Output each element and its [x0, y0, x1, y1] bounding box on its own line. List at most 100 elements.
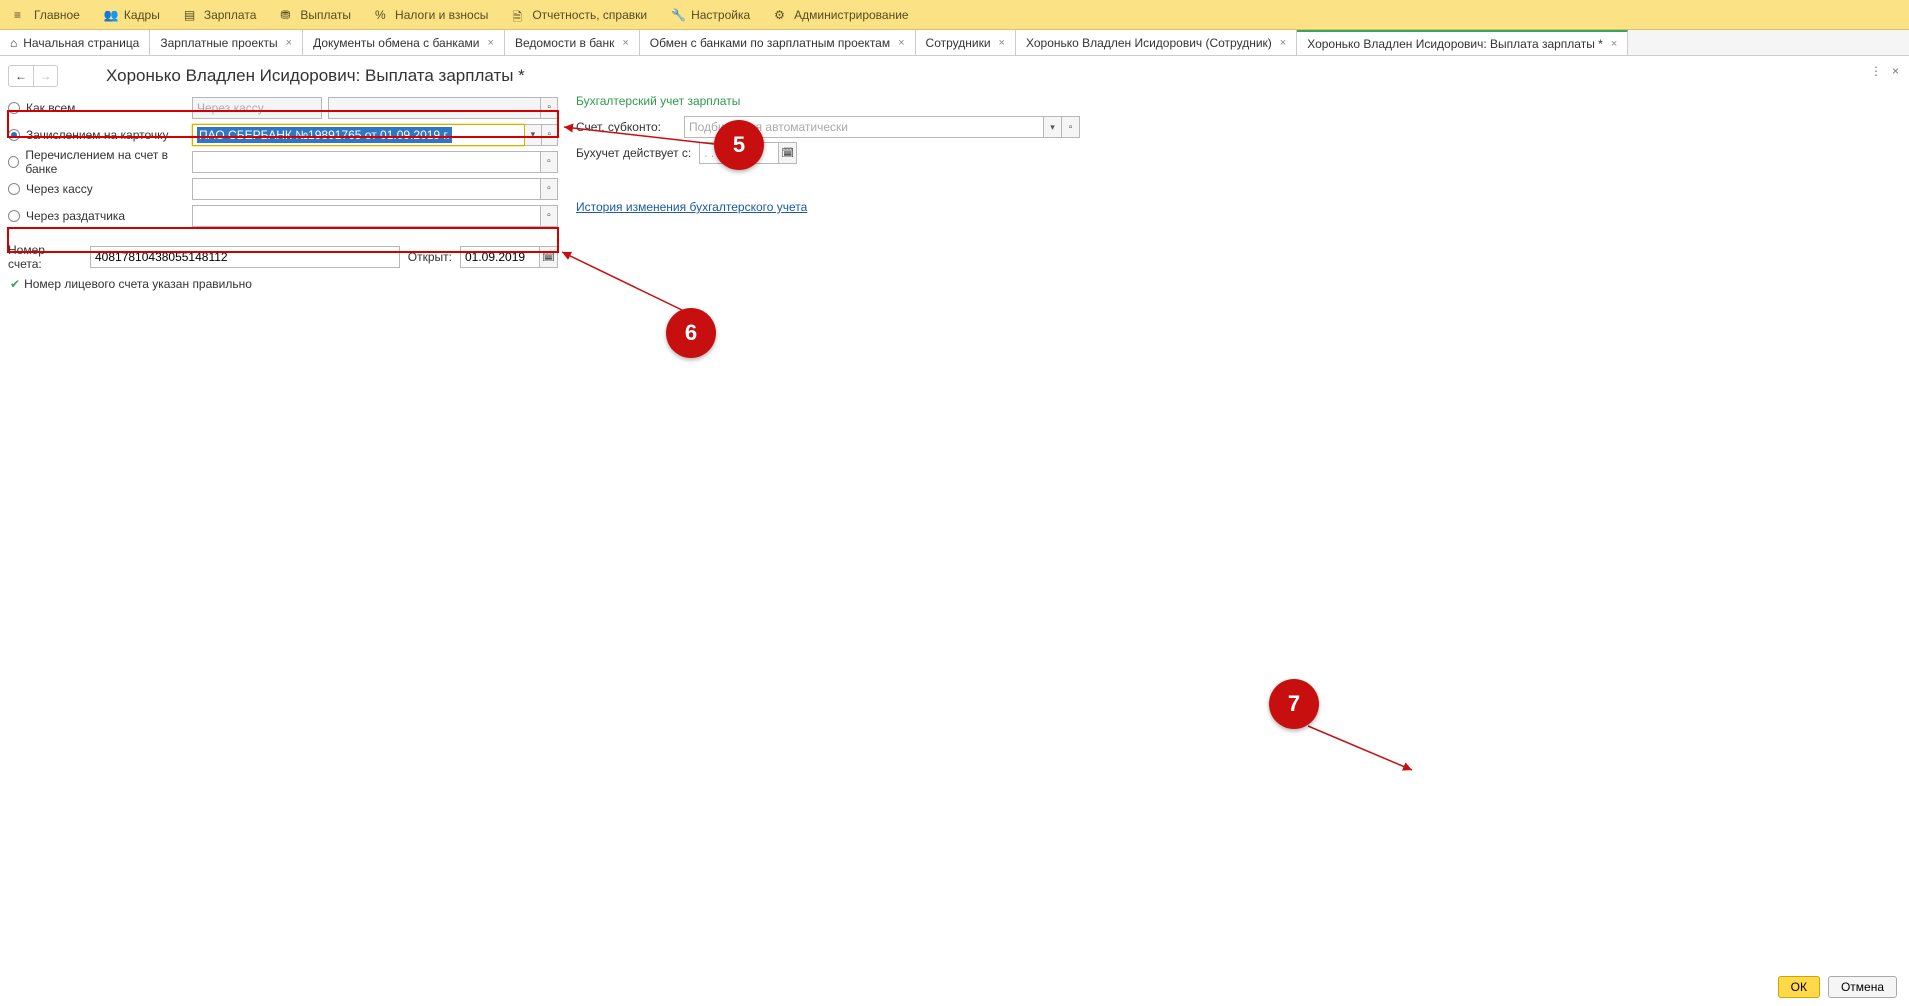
open-icon[interactable]: ▫	[541, 151, 558, 173]
tab-docs-exchange[interactable]: Документы обмена с банками ×	[303, 30, 505, 55]
opened-label: Открыт:	[408, 250, 452, 264]
nav-buttons: ← →	[8, 65, 58, 87]
home-icon: ⌂	[10, 36, 17, 50]
nav-back-button[interactable]: ←	[9, 66, 33, 86]
radio-card-label: Зачислением на карточку	[26, 128, 169, 142]
tab-payment-label: Хоронько Владлен Исидорович: Выплата зар…	[1307, 37, 1603, 51]
form-body: Как всем ▫ Зачислением на карточку ПАО С…	[0, 90, 1909, 295]
open-icon[interactable]: ▫	[541, 97, 558, 119]
account-input[interactable]	[90, 246, 400, 268]
menu-kadry[interactable]: 👥 Кадры	[94, 4, 170, 26]
menu-otchet-label: Отчетность, справки	[532, 8, 647, 22]
menu-kadry-label: Кадры	[124, 8, 160, 22]
tab-docs-exchange-label: Документы обмена с банками	[313, 36, 479, 50]
tab-employees[interactable]: Сотрудники×	[916, 30, 1016, 55]
row-cash: Через кассу ▫	[8, 175, 558, 202]
card-bank-value: ПАО СБЕРБАНК №19891765 от 01.09.2019 г.	[197, 127, 452, 143]
dropdown-icon[interactable]: ▾	[525, 124, 541, 146]
close-icon[interactable]: ×	[1611, 38, 1617, 50]
close-icon[interactable]: ×	[488, 37, 494, 49]
tab-exchange-banks[interactable]: Обмен с банками по зарплатным проектам ×	[640, 30, 916, 55]
radio-distributor-cell[interactable]: Через раздатчика	[8, 209, 192, 223]
account-row: Номер счета: Открыт: 🗓	[8, 243, 558, 271]
page-title: Хоронько Владлен Исидорович: Выплата зар…	[106, 66, 525, 86]
open-icon[interactable]: ▫	[542, 124, 558, 146]
opened-date-input[interactable]	[460, 246, 540, 268]
radio-kak-vsem-cell[interactable]: Как всем	[8, 101, 192, 115]
open-icon[interactable]: ▫	[1062, 116, 1080, 138]
menu-nastroyka[interactable]: 🔧Настройка	[661, 4, 760, 26]
menu-vyplaty[interactable]: ⛃Выплаты	[270, 4, 361, 26]
close-icon[interactable]: ×	[1280, 37, 1286, 49]
calendar-icon[interactable]: 🗓	[540, 246, 558, 268]
cash-input[interactable]	[192, 178, 541, 200]
tab-zp-projects[interactable]: Зарплатные проекты ×	[150, 30, 303, 55]
nav-forward-button[interactable]: →	[33, 66, 57, 86]
doc-icon: 🗎	[512, 8, 526, 22]
tabbar: ⌂Начальная страница Зарплатные проекты× …	[0, 30, 1909, 56]
calendar-icon[interactable]: 🗓	[779, 142, 797, 164]
kak-vsem-input-1	[192, 97, 322, 119]
tab-employee-card-label: Хоронько Владлен Исидорович (Сотрудник)	[1026, 36, 1272, 50]
tab-vedomosti[interactable]: Ведомости в банк×	[505, 30, 640, 55]
cancel-button[interactable]: Отмена	[1828, 976, 1897, 998]
radio-cash-label: Через кассу	[26, 182, 93, 196]
dropdown-icon[interactable]: ▾	[1044, 116, 1062, 138]
bank-transfer-input[interactable]	[192, 151, 541, 173]
radio-kak-vsem[interactable]	[8, 102, 20, 114]
account-label: Номер счета:	[8, 243, 82, 271]
account-ok-message: ✔ Номер лицевого счета указан правильно	[8, 277, 558, 291]
coins-icon: ⛃	[280, 8, 294, 22]
menu-main-label: Главное	[34, 8, 80, 22]
tab-employee-card[interactable]: Хоронько Владлен Исидорович (Сотрудник) ×	[1016, 30, 1297, 55]
main-menubar: ≡ Главное 👥 Кадры ▤Зарплата ⛃Выплаты % Нало…	[0, 0, 1909, 30]
menu-nalogi-label: Налоги и взносы	[395, 8, 488, 22]
close-icon[interactable]: ×	[999, 37, 1005, 49]
close-page-icon[interactable]: ×	[1892, 64, 1899, 78]
radio-distributor-label: Через раздатчика	[26, 209, 125, 223]
card-bank-input[interactable]: ПАО СБЕРБАНК №19891765 от 01.09.2019 г.	[192, 124, 525, 146]
tab-home-label: Начальная страница	[23, 36, 139, 50]
more-icon[interactable]: ⋮	[1870, 64, 1882, 78]
menu-otchet[interactable]: 🗎 Отчетность, справки	[502, 4, 657, 26]
menu-admin[interactable]: ⚙Администрирование	[764, 4, 918, 26]
annotation-circle-7: 7	[1269, 679, 1319, 729]
radio-card[interactable]	[8, 129, 20, 141]
radio-bank-transfer-cell[interactable]: Перечислением на счет в банке	[8, 148, 192, 176]
bottom-bar: ОК Отмена	[1778, 976, 1897, 998]
tab-home[interactable]: ⌂ Начальная страница	[0, 30, 150, 55]
radio-cash[interactable]	[8, 183, 20, 195]
menu-main[interactable]: ≡ Главное	[4, 4, 90, 26]
row-bank-transfer: Перечислением на счет в банке ▫	[8, 148, 558, 175]
close-icon[interactable]: ×	[622, 37, 628, 49]
distributor-input[interactable]	[192, 205, 541, 227]
gear-icon: ⚙	[774, 8, 788, 22]
kak-vsem-input-2	[328, 97, 541, 119]
radio-cash-cell[interactable]: Через кассу	[8, 182, 192, 196]
people-icon: 👥	[104, 8, 118, 22]
ok-button[interactable]: ОК	[1778, 976, 1820, 998]
open-icon[interactable]: ▫	[541, 205, 558, 227]
menu-icon: ≡	[14, 8, 28, 22]
row-card: Зачислением на карточку ПАО СБЕРБАНК №19…	[8, 121, 558, 148]
account-subconto-row: Счет, субконто: ▾ ▫	[576, 114, 1092, 140]
tab-zp-projects-label: Зарплатные проекты	[160, 36, 277, 50]
percent-icon: %	[375, 8, 389, 22]
left-column: Как всем ▫ Зачислением на карточку ПАО С…	[8, 94, 558, 291]
radio-distributor[interactable]	[8, 210, 20, 222]
menu-nalogi[interactable]: % Налоги и взносы	[365, 4, 498, 26]
tab-payment-active[interactable]: Хоронько Владлен Исидорович: Выплата зар…	[1297, 30, 1628, 55]
accounting-history-link[interactable]: История изменения бухгалтерского учета	[576, 200, 807, 214]
close-icon[interactable]: ×	[286, 37, 292, 49]
annotation-circle-6: 6	[666, 308, 716, 358]
menu-zarplata[interactable]: ▤Зарплата	[174, 4, 267, 26]
open-icon[interactable]: ▫	[541, 178, 558, 200]
radio-bank-transfer-label: Перечислением на счет в банке	[25, 148, 192, 176]
radio-card-cell[interactable]: Зачислением на карточку	[8, 128, 192, 142]
radio-bank-transfer[interactable]	[8, 156, 19, 168]
close-icon[interactable]: ×	[898, 37, 904, 49]
tab-exchange-banks-label: Обмен с банками по зарплатным проектам	[650, 36, 890, 50]
account-ok-text: Номер лицевого счета указан правильно	[24, 277, 252, 291]
check-icon: ✔	[10, 277, 20, 291]
accounting-from-row: Бухучет действует с: 🗓	[576, 140, 1092, 166]
